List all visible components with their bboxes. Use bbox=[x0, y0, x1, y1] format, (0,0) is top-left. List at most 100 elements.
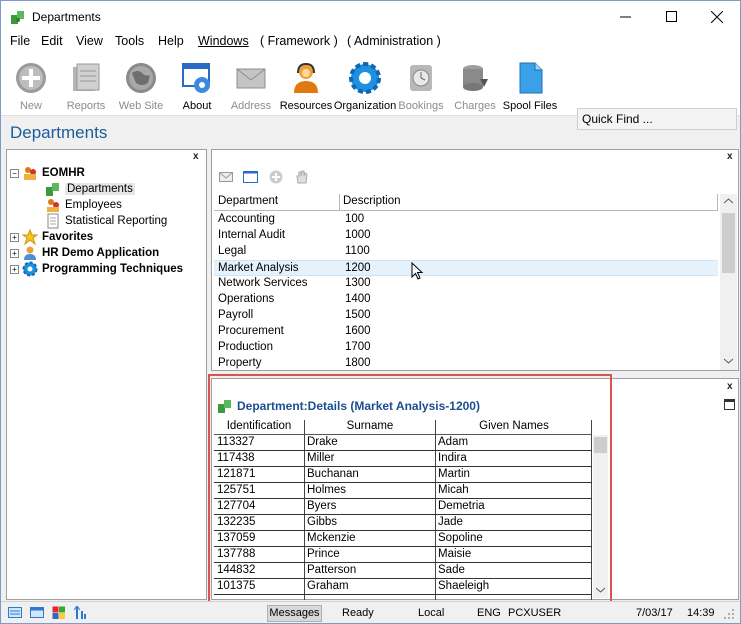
charges-button[interactable]: Charges bbox=[452, 60, 498, 116]
person-headset-icon bbox=[294, 62, 318, 93]
address-button[interactable]: Address bbox=[229, 60, 273, 116]
tree-item-programming-techniques[interactable]: + Programming Techniques bbox=[10, 261, 183, 277]
collapse-icon[interactable]: − bbox=[10, 168, 19, 178]
table-row[interactable]: Accounting 100 bbox=[214, 212, 718, 228]
tree-label-hr-demo: HR Demo Application bbox=[42, 247, 160, 259]
menu-edit[interactable]: Edit bbox=[41, 34, 63, 48]
table-row[interactable]: Production 1700 bbox=[214, 340, 718, 356]
highlight-frame bbox=[208, 374, 612, 604]
table-row-selected[interactable]: Market Analysis 1200 bbox=[214, 260, 718, 276]
tree-item-employees[interactable]: Employees bbox=[45, 197, 122, 213]
app-puzzle-icon bbox=[11, 11, 24, 24]
messages-button[interactable]: Messages bbox=[267, 605, 322, 622]
gear-window-icon bbox=[182, 63, 210, 93]
menu-administration[interactable]: ( Administration ) bbox=[347, 34, 441, 48]
charges-label: Charges bbox=[454, 100, 496, 112]
mouse-cursor-icon bbox=[411, 262, 424, 280]
puzzle-icon bbox=[46, 183, 59, 196]
minimize-button[interactable] bbox=[602, 1, 648, 32]
color-status-icon[interactable] bbox=[52, 606, 66, 619]
reports-button[interactable]: Reports bbox=[63, 60, 109, 116]
table-row[interactable]: Payroll 1500 bbox=[214, 308, 718, 324]
col-header-description[interactable]: Description bbox=[343, 195, 401, 207]
scroll-down-icon[interactable] bbox=[724, 358, 733, 364]
col-header-department[interactable]: Department bbox=[218, 195, 278, 207]
menu-view[interactable]: View bbox=[76, 34, 103, 48]
people-folder-icon bbox=[24, 167, 36, 180]
tree-item-favorites[interactable]: + Favorites bbox=[10, 229, 93, 245]
tree-close-button[interactable]: x bbox=[193, 151, 199, 162]
organization-button[interactable]: Organization bbox=[333, 60, 397, 116]
table-row[interactable]: Procurement 1600 bbox=[214, 324, 718, 340]
maximize-button[interactable] bbox=[648, 1, 694, 32]
maximize-icon bbox=[665, 11, 677, 22]
scroll-thumb[interactable] bbox=[722, 213, 735, 273]
resize-grip-icon[interactable] bbox=[723, 608, 735, 620]
menu-windows[interactable]: Windows bbox=[198, 34, 249, 48]
calendar-status-icon[interactable] bbox=[30, 606, 44, 619]
tree-label-programming-techniques: Programming Techniques bbox=[42, 263, 184, 275]
list-scrollbar[interactable] bbox=[720, 194, 737, 370]
coins-icon bbox=[463, 65, 488, 91]
menu-file[interactable]: File bbox=[10, 34, 30, 48]
menu-bar: File Edit View Tools Help Windows ( Fram… bbox=[1, 32, 740, 52]
window-title: Departments bbox=[32, 10, 101, 24]
document-icon bbox=[519, 62, 543, 94]
about-button[interactable]: About bbox=[177, 60, 217, 116]
bookings-button[interactable]: Bookings bbox=[397, 60, 445, 116]
tree-label-favorites: Favorites bbox=[42, 231, 94, 243]
gear-icon bbox=[349, 62, 381, 94]
star-icon bbox=[22, 229, 38, 245]
tree-item-hr-demo[interactable]: + HR Demo Application bbox=[10, 245, 159, 261]
toolbar: New Reports Web Site About Address Resou… bbox=[1, 52, 740, 130]
table-row[interactable]: Network Services 1300 bbox=[214, 276, 718, 292]
minimize-icon bbox=[619, 16, 631, 18]
maximize-panel-icon[interactable] bbox=[724, 399, 735, 410]
close-icon bbox=[711, 10, 723, 23]
new-button[interactable]: New bbox=[12, 60, 50, 116]
person-icon bbox=[24, 246, 36, 260]
status-location: Local bbox=[418, 607, 445, 619]
tree-label-employees: Employees bbox=[65, 199, 122, 211]
resources-button[interactable]: Resources bbox=[279, 60, 333, 116]
expand-icon[interactable]: + bbox=[10, 232, 19, 242]
spool-files-button[interactable]: Spool Files bbox=[503, 60, 557, 116]
add-icon[interactable] bbox=[269, 170, 283, 184]
folder-icon bbox=[73, 63, 100, 91]
sort-status-icon[interactable] bbox=[74, 606, 88, 619]
menu-framework[interactable]: ( Framework ) bbox=[260, 34, 338, 48]
expand-icon[interactable]: + bbox=[10, 264, 19, 274]
department-list-panel: x Department Description Accounting 100 I… bbox=[211, 149, 739, 371]
expand-icon[interactable]: + bbox=[10, 248, 19, 258]
details-close-button[interactable]: x bbox=[727, 381, 733, 392]
address-label: Address bbox=[230, 100, 272, 112]
table-row[interactable]: Internal Audit 1000 bbox=[214, 228, 718, 244]
tree-item-eomhr[interactable]: − EOMHR bbox=[10, 165, 85, 181]
menu-tools[interactable]: Tools bbox=[115, 34, 144, 48]
table-row[interactable]: Legal 1100 bbox=[214, 244, 718, 260]
plus-circle-icon bbox=[16, 63, 46, 93]
page-title: Departments bbox=[10, 123, 108, 142]
window-icon[interactable] bbox=[243, 171, 258, 183]
website-label: Web Site bbox=[118, 100, 164, 112]
table-row[interactable]: Property 1800 bbox=[214, 356, 718, 370]
department-grid-header: Department Description bbox=[214, 194, 718, 211]
scroll-up-icon[interactable] bbox=[724, 198, 733, 204]
tree-item-statistical-reporting[interactable]: Statistical Reporting bbox=[45, 213, 167, 229]
status-state: Ready bbox=[342, 607, 374, 619]
list-close-button[interactable]: x bbox=[727, 151, 733, 162]
menu-help[interactable]: Help bbox=[158, 34, 184, 48]
table-row[interactable]: Operations 1400 bbox=[214, 292, 718, 308]
hand-icon[interactable] bbox=[294, 170, 308, 184]
status-time: 14:39 bbox=[687, 607, 715, 619]
tree-item-departments[interactable]: Departments bbox=[45, 181, 135, 197]
envelope-icon[interactable] bbox=[219, 171, 233, 183]
mail-status-icon[interactable] bbox=[8, 606, 22, 619]
website-button[interactable]: Web Site bbox=[117, 60, 165, 116]
close-button[interactable] bbox=[694, 1, 740, 32]
app-window: Departments File Edit View Tools Help Wi… bbox=[0, 0, 741, 624]
reports-label: Reports bbox=[66, 100, 106, 112]
quick-find-input[interactable]: Quick Find ... bbox=[577, 108, 737, 130]
report-icon bbox=[47, 213, 59, 229]
tree-panel: x − EOMHR Departments Employees Statisti… bbox=[6, 149, 207, 600]
